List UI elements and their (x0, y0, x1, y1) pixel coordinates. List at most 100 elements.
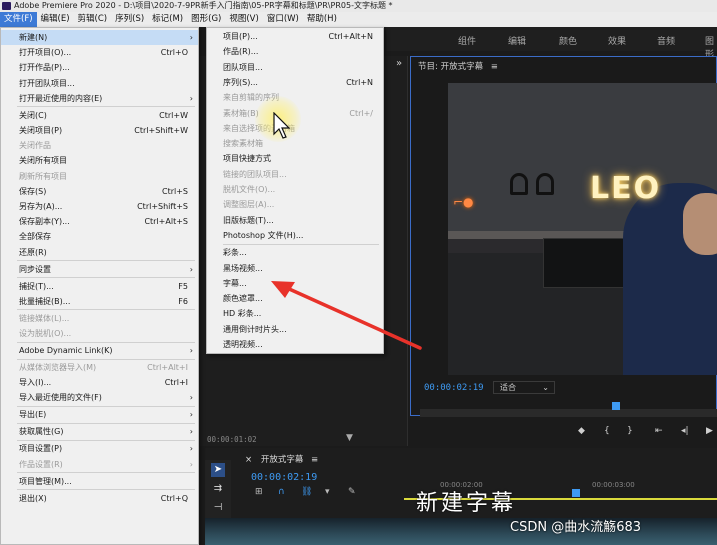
file-menu-item-9[interactable]: 关闭所有项目 (1, 153, 198, 168)
mark-out-icon[interactable]: } (627, 426, 633, 436)
menu-item-label: 作品设置(R) (19, 459, 63, 469)
new-menu-item-12[interactable]: 旧版标题(T)... (207, 213, 383, 228)
window-title-bar: Adobe Premiere Pro 2020 - D:\项目\2020-7-9… (0, 0, 717, 12)
file-menu-item-40[interactable]: 退出(X) Ctrl+Q (1, 491, 198, 506)
snap-icon[interactable]: ∩ (278, 487, 285, 497)
menu-item-shortcut: Ctrl+Shift+W (134, 126, 188, 135)
timeline-playhead[interactable] (572, 489, 580, 497)
track-select-tool-icon[interactable]: ⇉ (211, 482, 225, 496)
file-menu-item-3[interactable]: 打开团队项目... (1, 76, 198, 91)
file-menu-item-38[interactable]: 项目管理(M)... (1, 474, 198, 489)
file-menu-item-14[interactable]: 全部保存 (1, 229, 198, 244)
menu-item-label: 透明视频... (223, 340, 263, 349)
timeline-tab[interactable]: × 开放式字幕 ≡ (245, 453, 318, 465)
workspace-tab-effects[interactable]: 效果 (608, 34, 626, 47)
new-menu-item-11: 调整图层(A)... (207, 197, 383, 212)
menu-item-label: 旧版标题(T)... (223, 215, 274, 225)
file-menu-item-2[interactable]: 打开作品(P)... (1, 60, 198, 75)
premiere-app-icon (2, 2, 11, 10)
marker-icon[interactable]: ◆ (578, 426, 585, 436)
ripple-edit-tool-icon[interactable]: ⊣ (211, 501, 225, 515)
window-title: Adobe Premiere Pro 2020 - D:\项目\2020-7-9… (14, 1, 393, 10)
menu-item-label: 打开项目(O)... (19, 48, 72, 58)
menu-item-label: 脱机文件(O)... (223, 185, 276, 194)
file-menu-item-19[interactable]: 捕捉(T)... F5 (1, 279, 198, 294)
menu-sequence[interactable]: 序列(S) (111, 12, 148, 27)
file-menu-item-17[interactable]: 同步设置 › (1, 262, 198, 277)
file-menu-item-4[interactable]: 打开最近使用的内容(E) › (1, 91, 198, 106)
new-menu-item-0[interactable]: 项目(P)... Ctrl+Alt+N (207, 29, 383, 44)
add-marker-icon[interactable]: ▾ (325, 487, 330, 497)
play-icon[interactable]: ▶ (706, 426, 713, 436)
go-to-in-icon[interactable]: ⇤ (655, 426, 663, 436)
mark-in-icon[interactable]: { (604, 426, 610, 436)
chevron-right-icon: › (189, 33, 193, 42)
file-menu-item-7[interactable]: 关闭项目(P) Ctrl+Shift+W (1, 123, 198, 138)
file-menu-item-31[interactable]: 导出(E) › (1, 407, 198, 422)
menu-item-shortcut: F6 (178, 296, 188, 306)
menu-item-label: 从媒体浏览器导入(M) (19, 363, 97, 372)
filter-icon[interactable]: ▼ (346, 433, 353, 443)
menu-item-label: 退出(X) (19, 493, 47, 503)
selection-tool-icon[interactable]: ➤ (211, 463, 225, 477)
menu-graphics[interactable]: 图形(G) (187, 12, 225, 27)
program-timecode[interactable]: 00:00:02:19 (424, 383, 484, 393)
file-menu-item-35[interactable]: 项目设置(P) › (1, 441, 198, 456)
workspace-tab-assembly[interactable]: 组件 (458, 34, 476, 47)
file-menu-item-12[interactable]: 另存为(A)... Ctrl+Shift+S (1, 199, 198, 214)
file-menu-item-1[interactable]: 打开项目(O)... Ctrl+O (1, 45, 198, 60)
menu-item-label: 保存(S) (19, 186, 47, 196)
file-menu-item-6[interactable]: 关闭(C) Ctrl+W (1, 108, 198, 123)
workspace-tab-audio[interactable]: 音频 (657, 34, 675, 47)
new-menu-item-3[interactable]: 序列(S)... Ctrl+N (207, 75, 383, 90)
step-back-icon[interactable]: ◂| (681, 426, 689, 436)
new-menu-item-2[interactable]: 团队项目... (207, 60, 383, 75)
panel-expand-icon[interactable]: » (396, 58, 402, 69)
new-menu-item-16[interactable]: 黑场视频... (207, 261, 383, 276)
fit-zoom-select[interactable]: 适合 ⌄ (493, 381, 555, 394)
menu-item-label: 颜色遮罩... (223, 294, 263, 304)
new-menu-item-15[interactable]: 彩条... (207, 245, 383, 260)
new-menu-item-1[interactable]: 作品(R)... (207, 44, 383, 59)
menu-item-label: 导入(I)... (19, 378, 52, 388)
menu-item-label: 关闭作品 (19, 141, 51, 151)
file-menu-item-29[interactable]: 导入最近使用的文件(F) › (1, 390, 198, 405)
csdn-watermark: CSDN @曲水流觞683 (510, 520, 642, 535)
menu-item-label: 打开作品(P)... (19, 63, 70, 73)
menu-view[interactable]: 视图(V) (225, 12, 262, 27)
file-menu-item-20[interactable]: 批量捕捉(B)... F6 (1, 294, 198, 309)
menu-item-label: 全部保存 (19, 232, 51, 242)
chevron-right-icon: › (189, 346, 193, 355)
menu-window[interactable]: 窗口(W) (263, 12, 303, 27)
new-menu-item-8[interactable]: 项目快捷方式 (207, 151, 383, 166)
caption-overlay-text: 新建字幕 (416, 491, 517, 516)
program-scrub-bar[interactable] (420, 409, 717, 417)
file-menu-item-28[interactable]: 导入(I)... Ctrl+I (1, 375, 198, 390)
menu-edit[interactable]: 编辑(E) (37, 12, 74, 27)
timeline-timecode[interactable]: 00:00:02:19 (251, 472, 317, 483)
neon-sign-side: ⌐● (453, 195, 474, 209)
menu-file[interactable]: 文件(F) (0, 12, 37, 27)
workspace-tab-color[interactable]: 颜色 (559, 34, 577, 47)
program-playhead[interactable] (612, 402, 620, 410)
file-menu-item-33[interactable]: 获取属性(G) › (1, 424, 198, 439)
chevron-right-icon: › (189, 444, 193, 454)
file-menu-item-0[interactable]: 新建(N) › (1, 30, 198, 45)
nest-icon[interactable]: ⊞ (255, 487, 263, 497)
linked-selection-icon[interactable]: ⛓ (301, 487, 312, 497)
wrench-icon[interactable]: ✎ (348, 487, 356, 497)
menu-item-label: 捕捉(T)... (19, 281, 54, 291)
file-menu-item-25[interactable]: Adobe Dynamic Link(K) › (1, 343, 198, 358)
file-menu-item-11[interactable]: 保存(S) Ctrl+S (1, 184, 198, 199)
close-icon[interactable]: × (245, 455, 252, 465)
panel-menu-icon[interactable]: ≡ (491, 62, 498, 72)
menu-help[interactable]: 帮助(H) (303, 12, 341, 27)
workspace-tab-editing[interactable]: 编辑 (508, 34, 526, 47)
file-menu-item-15[interactable]: 还原(R) (1, 245, 198, 260)
menu-marker[interactable]: 标记(M) (148, 12, 187, 27)
file-menu-item-36: 作品设置(R) › (1, 457, 198, 472)
panel-menu-icon[interactable]: ≡ (311, 455, 318, 465)
file-menu-item-13[interactable]: 保存副本(Y)... Ctrl+Alt+S (1, 214, 198, 229)
menu-clip[interactable]: 剪辑(C) (74, 12, 112, 27)
new-menu-item-13[interactable]: Photoshop 文件(H)... (207, 228, 383, 243)
